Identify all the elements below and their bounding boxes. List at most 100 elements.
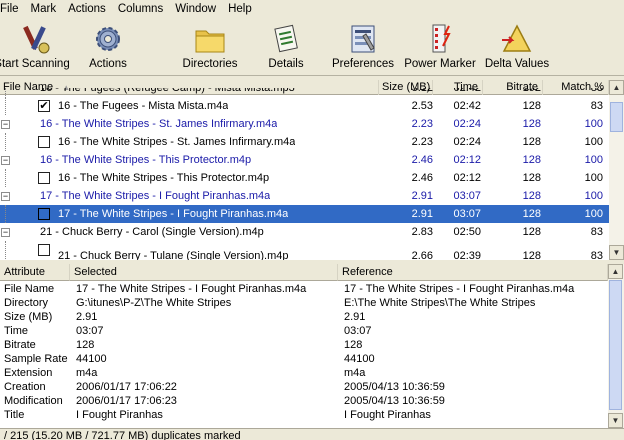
row-size: 2.53 [411,100,433,112]
table-group-row[interactable]: − 21 - Chuck Berry - Carol (Single Versi… [0,223,609,241]
details-header-attribute[interactable]: Attribute [0,264,70,281]
row-file-name: 16 - The White Stripes - This Protector.… [40,154,252,166]
grid-vertical-scrollbar[interactable]: ▲ ▼ [609,80,624,260]
row-file-name: 17 - The White Stripes - I Fought Piranh… [40,190,271,202]
row-bitrate: 128 [522,226,541,238]
folder-icon [195,30,225,53]
row-match: 100 [584,136,603,148]
detail-reference-value: I Fought Piranhas [344,409,431,421]
details-header-reference[interactable]: Reference [338,264,608,281]
detail-selected-value: 03:07 [76,325,104,337]
table-group-row[interactable]: − 16 - The White Stripes - This Protecto… [0,151,609,169]
table-row[interactable]: ✔ 16 - The Fugees - Mista Mista.m4a 2.53… [0,97,609,115]
row-match: 100 [584,154,603,166]
scroll-down-icon[interactable]: ▼ [608,413,623,428]
row-size: 2.66 [411,250,433,260]
scroll-up-icon[interactable]: ▲ [608,264,623,279]
detail-attribute: File Name [4,283,55,295]
directories-label: Directories [182,58,238,70]
menu-window[interactable]: Window [169,0,222,18]
row-checkbox[interactable] [38,208,50,220]
detail-row: Sample Rate 44100 44100 [0,353,608,366]
menu-mark[interactable]: Mark [25,0,63,18]
detail-attribute: Creation [4,381,46,393]
table-row[interactable]: 21 - Chuck Berry - Tulane (Single Versio… [0,241,609,260]
row-file-name: 21 - Chuck Berry - Tulane (Single Versio… [58,250,289,260]
collapse-icon[interactable]: − [1,120,10,129]
row-checkbox[interactable] [38,136,50,148]
detail-reference-value: 128 [344,339,363,351]
collapse-icon[interactable]: − [1,192,10,201]
row-time: 03:07 [453,190,481,202]
details-header-selected[interactable]: Selected [70,264,338,281]
toolbar: Start Scanning Actions Directories Detai… [0,18,624,76]
detail-row: Creation 2006/01/17 17:06:22 2005/04/13 … [0,381,608,394]
menu-file[interactable]: File [0,0,25,18]
row-file-name: 16 - The Fugees (Refugee Camp) - Mista M… [40,88,295,94]
row-checkbox[interactable] [38,244,50,256]
power-marker-button[interactable]: Power Marker [404,18,476,76]
row-bitrate: 192 [522,88,541,94]
menu-help[interactable]: Help [222,0,258,18]
details-label: Details [268,58,304,70]
row-file-name: 16 - The Fugees - Mista Mista.m4a [58,100,229,112]
table-group-row[interactable]: − 16 - The White Stripes - St. James Inf… [0,115,609,133]
details-vertical-scrollbar[interactable]: ▲ ▼ [608,264,624,428]
menu-bar: File Mark Actions Columns Window Help [0,0,624,18]
detail-row: File Name 17 - The White Stripes - I Fou… [0,283,608,296]
row-bitrate: 128 [522,154,541,166]
table-group-row[interactable]: − 17 - The White Stripes - I Fought Pira… [0,187,609,205]
start-scanning-icon [23,25,50,54]
status-bar: / 215 (15.20 MB / 721.77 MB) duplicates … [0,428,624,440]
scroll-up-icon[interactable]: ▲ [609,80,624,95]
tree-line [5,205,6,223]
detail-attribute: Modification [4,395,63,407]
preferences-button[interactable]: Preferences [332,18,394,76]
row-size: 2.83 [411,226,433,238]
delta-values-icon [502,24,532,52]
row-file-name: 21 - Chuck Berry - Carol (Single Version… [40,226,264,238]
scroll-thumb[interactable] [609,280,622,410]
details-panel: Attribute Selected Reference File Name 1… [0,264,608,428]
row-checkbox-checked[interactable]: ✔ [38,100,50,112]
detail-reference-value: 2005/04/13 10:36:59 [344,381,445,393]
detail-selected-value: 44100 [76,353,107,365]
table-row[interactable]: 16 - The Fugees (Refugee Camp) - Mista M… [0,88,609,97]
detail-attribute: Bitrate [4,339,36,351]
gear-icon [96,27,120,51]
start-scanning-button[interactable]: Start Scanning [0,18,70,76]
detail-attribute: Sample Rate [4,353,68,365]
collapse-icon[interactable]: − [1,156,10,165]
row-time: 02:42 [453,88,481,94]
row-file-name: 16 - The White Stripes - St. James Infir… [40,118,278,130]
duplicate-results-grid: File Name ▲ Size (MB) Time Bitrate Match… [0,80,609,260]
actions-label: Actions [89,58,127,70]
row-size: 2.91 [411,208,433,220]
detail-reference-value: 03:07 [344,325,372,337]
actions-button[interactable]: Actions [82,18,134,76]
detail-reference-value: 2.91 [344,311,366,323]
directories-button[interactable]: Directories [180,18,240,76]
row-size: 2.91 [411,190,433,202]
row-match: 100 [584,208,603,220]
details-button[interactable]: Details [262,18,310,76]
table-row[interactable]: 16 - The White Stripes - St. James Infir… [0,133,609,151]
scroll-down-icon[interactable]: ▼ [609,245,624,260]
table-row-selected[interactable]: 17 - The White Stripes - I Fought Piranh… [0,205,609,223]
delta-values-button[interactable]: Delta Values [484,18,550,76]
detail-selected-value: 17 - The White Stripes - I Fought Piranh… [76,283,307,295]
detail-reference-value: 17 - The White Stripes - I Fought Piranh… [344,283,575,295]
row-time: 02:12 [453,154,481,166]
tree-line [5,88,6,97]
start-scanning-label: Start Scanning [0,58,70,70]
collapse-icon[interactable]: − [1,228,10,237]
row-bitrate: 128 [522,172,541,184]
detail-attribute: Directory [4,297,49,309]
scroll-thumb[interactable] [610,102,623,132]
menu-actions[interactable]: Actions [62,0,112,18]
row-file-name: 16 - The White Stripes - This Protector.… [58,172,270,184]
table-row[interactable]: 16 - The White Stripes - This Protector.… [0,169,609,187]
row-time: 02:42 [453,100,481,112]
menu-columns[interactable]: Columns [112,0,169,18]
row-checkbox[interactable] [38,172,50,184]
